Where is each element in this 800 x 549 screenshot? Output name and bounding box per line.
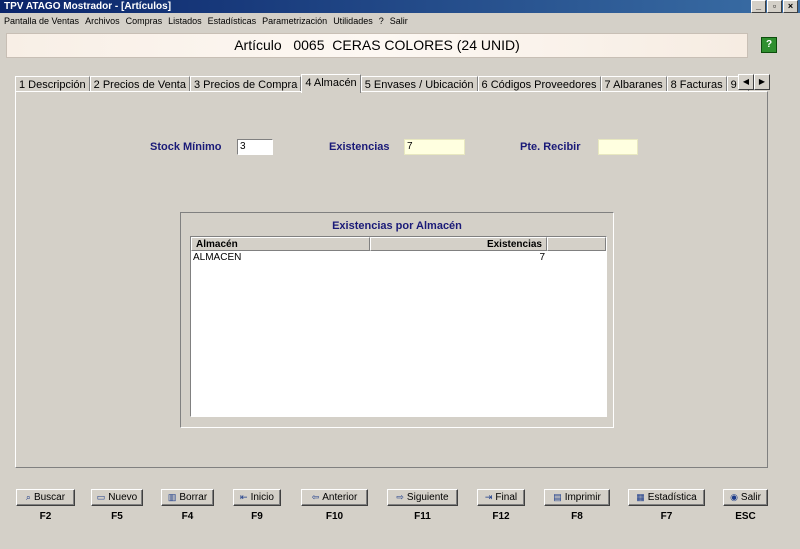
salir-label: Salir xyxy=(740,492,761,503)
col-existencias-header[interactable]: Existencias xyxy=(370,237,547,251)
search-icon: ⌕ xyxy=(25,492,31,502)
imprimir-group: ▤ Imprimir F8 xyxy=(544,489,610,522)
pte-recibir-label: Pte. Recibir xyxy=(520,141,581,153)
menu-bar: Pantalla de Ventas Archivos Compras List… xyxy=(0,13,800,29)
bar-chart-icon: ▦ xyxy=(636,492,645,502)
col-filler-header xyxy=(547,237,606,251)
tab-facturas[interactable]: 8 Facturas xyxy=(666,76,727,92)
nuevo-button[interactable]: ▭ Nuevo xyxy=(91,489,143,506)
imprimir-label: Imprimir xyxy=(564,492,601,503)
final-key: F12 xyxy=(492,511,510,522)
siguiente-button[interactable]: ⇨ Siguiente xyxy=(387,489,458,506)
anterior-button[interactable]: ⇦ Anterior xyxy=(301,489,368,506)
tab-precios-venta[interactable]: 2 Precios de Venta xyxy=(89,76,190,92)
article-code: 0065 xyxy=(293,37,325,53)
menu-compras[interactable]: Compras xyxy=(126,16,163,26)
anterior-key: F10 xyxy=(325,511,344,522)
last-record-icon: ⇥ xyxy=(484,492,493,502)
tab-envases-ubicacion[interactable]: 5 Envases / Ubicación xyxy=(360,76,478,92)
borrar-label: Borrar xyxy=(179,492,208,503)
menu-pantalla-ventas[interactable]: Pantalla de Ventas xyxy=(4,16,79,26)
tab-scroll: ◀ ▶ xyxy=(738,74,770,90)
salir-group: ◉ Salir ESC xyxy=(723,489,768,522)
trash-icon: ▥ xyxy=(167,492,177,502)
anterior-label: Anterior xyxy=(322,492,358,503)
nuevo-group: ▭ Nuevo F5 xyxy=(91,489,143,522)
menu-utilidades[interactable]: Utilidades xyxy=(333,16,373,26)
bottom-toolbar: ⌕ Buscar F2 ▭ Nuevo F5 ▥ Borrar F4 ⇤ Inicio … xyxy=(0,489,800,529)
inicio-group: ⇤ Inicio F9 xyxy=(233,489,281,522)
existencias-label: Existencias xyxy=(329,141,390,153)
buscar-label: Buscar xyxy=(33,492,66,503)
estadistica-key: F7 xyxy=(660,511,673,522)
final-label: Final xyxy=(495,492,518,503)
menu-archivos[interactable]: Archivos xyxy=(85,16,120,26)
tab-albaranes[interactable]: 7 Albaranes xyxy=(600,76,667,92)
cell-almacen: ALMACEN xyxy=(193,252,242,263)
final-group: ⇥ Final F12 xyxy=(477,489,525,522)
salir-button[interactable]: ◉ Salir xyxy=(723,489,768,506)
imprimir-button[interactable]: ▤ Imprimir xyxy=(544,489,610,506)
grid-header: Almacén Existencias xyxy=(191,237,606,251)
estadistica-group: ▦ Estadística F7 xyxy=(628,489,705,522)
borrar-button[interactable]: ▥ Borrar xyxy=(161,489,214,506)
minimize-button[interactable]: _ xyxy=(751,0,766,13)
window-title: TPV ATAGO Mostrador - [Artículos] xyxy=(4,1,172,12)
siguiente-key: F11 xyxy=(414,511,431,522)
pte-recibir-field xyxy=(598,139,638,155)
article-label: Artículo xyxy=(234,37,282,53)
final-button[interactable]: ⇥ Final xyxy=(477,489,525,506)
article-name: CERAS COLORES (24 UNID) xyxy=(332,37,520,53)
close-button[interactable]: × xyxy=(783,0,798,13)
col-almacen-header[interactable]: Almacén xyxy=(191,237,370,251)
inicio-label: Inicio xyxy=(250,492,274,503)
article-header: Artículo 0065 CERAS COLORES (24 UNID) xyxy=(6,33,748,58)
inicio-button[interactable]: ⇤ Inicio xyxy=(233,489,281,506)
buscar-group: ⌕ Buscar F2 xyxy=(16,489,75,522)
cell-existencias: 7 xyxy=(539,252,545,263)
menu-salir[interactable]: Salir xyxy=(390,16,408,26)
stock-minimo-label: Stock Mínimo xyxy=(150,141,222,153)
buscar-button[interactable]: ⌕ Buscar xyxy=(16,489,75,506)
tab-descripcion[interactable]: 1 Descripción xyxy=(15,76,90,92)
siguiente-group: ⇨ Siguiente F11 xyxy=(387,489,458,522)
group-title: Existencias por Almacén xyxy=(332,220,462,232)
menu-parametrizacion[interactable]: Parametrización xyxy=(262,16,327,26)
borrar-key: F4 xyxy=(181,511,194,522)
menu-listados[interactable]: Listados xyxy=(168,16,202,26)
first-record-icon: ⇤ xyxy=(240,492,248,502)
help-icon[interactable]: ? xyxy=(761,37,777,53)
anterior-group: ⇦ Anterior F10 xyxy=(301,489,368,522)
tab-scroll-right-icon[interactable]: ▶ xyxy=(754,74,770,90)
tab-precios-compra[interactable]: 3 Precios de Compra xyxy=(189,76,302,92)
new-document-icon: ▭ xyxy=(96,492,106,502)
stock-minimo-input[interactable]: 3 xyxy=(237,139,273,155)
restore-button[interactable]: ▫ xyxy=(767,0,782,13)
imprimir-key: F8 xyxy=(571,511,583,522)
menu-help[interactable]: ? xyxy=(379,16,384,26)
tab-strip: 1 Descripción 2 Precios de Venta 3 Preci… xyxy=(15,74,767,93)
estadistica-button[interactable]: ▦ Estadística xyxy=(628,489,705,506)
warehouse-grid[interactable]: Almacén Existencias ALMACEN 7 xyxy=(190,236,607,417)
siguiente-label: Siguiente xyxy=(406,492,449,503)
tab-almacen[interactable]: 4 Almacén xyxy=(301,74,361,93)
arrow-right-icon: ⇨ xyxy=(396,492,404,502)
arrow-left-icon: ⇦ xyxy=(311,492,320,502)
nuevo-label: Nuevo xyxy=(108,492,138,503)
inicio-key: F9 xyxy=(251,511,263,522)
buscar-key: F2 xyxy=(39,511,52,522)
tab-scroll-left-icon[interactable]: ◀ xyxy=(738,74,754,90)
title-bar: TPV ATAGO Mostrador - [Artículos] _ ▫ × xyxy=(0,0,800,13)
exit-icon: ◉ xyxy=(730,492,738,502)
nuevo-key: F5 xyxy=(111,511,123,522)
estadistica-label: Estadística xyxy=(647,492,697,503)
printer-icon: ▤ xyxy=(553,492,562,502)
table-row[interactable]: ALMACEN 7 xyxy=(191,251,606,264)
menu-estadisticas[interactable]: Estadísticas xyxy=(208,16,257,26)
borrar-group: ▥ Borrar F4 xyxy=(161,489,214,522)
tab-codigos-proveedores[interactable]: 6 Códigos Proveedores xyxy=(477,76,601,92)
existencias-field: 7 xyxy=(404,139,465,155)
salir-key: ESC xyxy=(735,511,756,522)
